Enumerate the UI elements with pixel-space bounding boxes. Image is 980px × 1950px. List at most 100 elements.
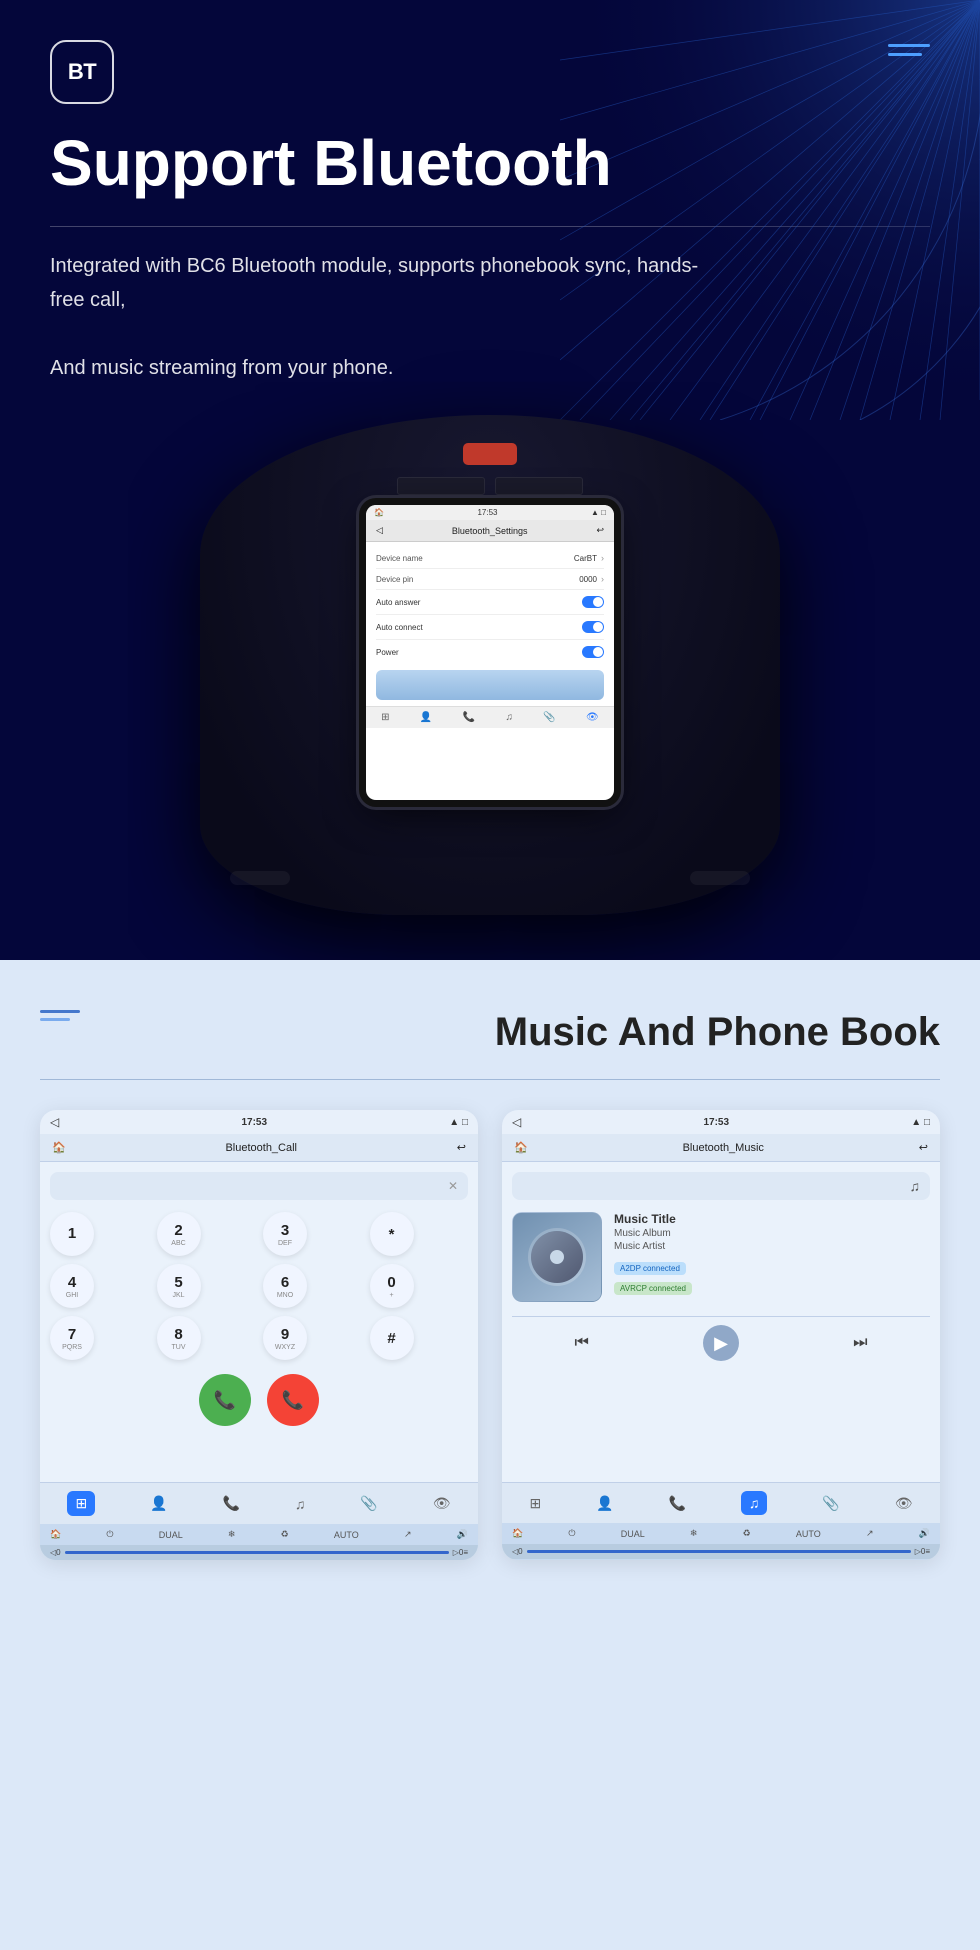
a2dp-badge: A2DP connected	[614, 1262, 686, 1275]
power-toggle[interactable]	[582, 646, 604, 658]
hamburger-menu[interactable]	[888, 44, 930, 56]
nav-eye-icon[interactable]: 👁	[586, 712, 599, 723]
call-home-icon[interactable]: 🏠	[52, 1141, 66, 1154]
music-status-icons: ▲ □	[911, 1117, 930, 1128]
music-sys-bar: 🏠 ⏻ DUAL ❄ ♻ AUTO ↗ 🔊	[502, 1523, 940, 1544]
call-decline-button[interactable]: 📞	[267, 1374, 319, 1426]
auto-connect-row[interactable]: Auto connect	[376, 615, 604, 640]
call-card: ◁ 17:53 ▲ □ 🏠 Bluetooth_Call ↩ ✕ 1	[40, 1110, 478, 1560]
hero-section: BT Support Bluetooth Integrated with BC6…	[0, 0, 980, 960]
key-6[interactable]: 6MNO	[263, 1264, 307, 1308]
call-sys-vol[interactable]: 🔊	[457, 1529, 468, 1540]
screen-back-icon[interactable]: ◁	[376, 525, 383, 536]
key-9[interactable]: 9WXYZ	[263, 1316, 307, 1360]
call-input-clear[interactable]: ✕	[448, 1179, 458, 1193]
key-star[interactable]: *	[370, 1212, 414, 1256]
music-home-icon[interactable]: 🏠	[514, 1141, 528, 1154]
call-sys-menu2[interactable]: ≡	[463, 1548, 468, 1557]
bottom-header: Music And Phone Book	[40, 1010, 940, 1055]
music-nav-grid[interactable]: ⊞	[529, 1495, 541, 1512]
hero-desc-line2: And music streaming from your phone.	[50, 357, 394, 379]
key-8[interactable]: 8TUV	[157, 1316, 201, 1360]
key-5[interactable]: 5JKL	[157, 1264, 201, 1308]
call-nav-eye[interactable]: 👁	[433, 1495, 451, 1512]
hero-description: Integrated with BC6 Bluetooth module, su…	[50, 249, 730, 385]
music-sys-auto: AUTO	[796, 1529, 821, 1539]
car-controls-bar	[200, 871, 780, 885]
two-phones-container: ◁ 17:53 ▲ □ 🏠 Bluetooth_Call ↩ ✕ 1	[40, 1110, 940, 1560]
music-nav-phone[interactable]: 📞	[669, 1495, 686, 1512]
key-2[interactable]: 2ABC	[157, 1212, 201, 1256]
call-accept-button[interactable]: 📞	[199, 1374, 251, 1426]
nav-phone-icon[interactable]: 📞	[463, 712, 475, 723]
bt-logo: BT	[50, 40, 114, 104]
music-sys-home[interactable]: 🏠	[512, 1528, 523, 1539]
music-sys-arrow[interactable]: ↗	[866, 1528, 874, 1539]
nav-person-icon[interactable]: 👤	[420, 712, 432, 723]
call-sys-snowflake[interactable]: ❄	[228, 1529, 236, 1540]
call-statusbar: ◁ 17:53 ▲ □	[40, 1110, 478, 1134]
wave-decoration	[376, 670, 604, 700]
music-nav-music[interactable]: ♫	[741, 1491, 768, 1515]
screen-body: Device name CarBT › Device pin 0000 ›	[366, 542, 614, 706]
music-sys-vol[interactable]: 🔊	[919, 1528, 930, 1539]
screen-return-icon[interactable]: ↩	[596, 525, 604, 536]
key-hash[interactable]: #	[370, 1316, 414, 1360]
call-nav-grid[interactable]: ⊞	[67, 1491, 95, 1516]
call-sys-arrow[interactable]: ↗	[404, 1529, 412, 1540]
auto-answer-toggle[interactable]	[582, 596, 604, 608]
keypad-grid: 1 2ABC 3DEF * 4GHI 5JKL 6MNO 0+ 7PQRS 8T…	[50, 1212, 468, 1360]
music-track-title: Music Title	[614, 1212, 930, 1226]
music-nav-eye[interactable]: 👁	[895, 1495, 913, 1512]
next-button[interactable]: ⏭	[842, 1325, 878, 1361]
music-sys-0: 0	[518, 1547, 522, 1556]
key-3[interactable]: 3DEF	[263, 1212, 307, 1256]
car-vents-row	[397, 477, 583, 495]
call-back-icon[interactable]: ◁	[50, 1115, 59, 1129]
music-note-icon[interactable]: ♫	[910, 1178, 921, 1194]
key-1[interactable]: 1	[50, 1212, 94, 1256]
music-back-icon[interactable]: ◁	[512, 1115, 521, 1129]
music-nav-clip[interactable]: 📎	[822, 1495, 839, 1512]
call-sys-0: 0	[56, 1548, 60, 1557]
call-sys-recycle[interactable]: ♻	[281, 1529, 289, 1540]
call-nav-music[interactable]: ♫	[295, 1496, 306, 1512]
call-nav-phone[interactable]: 📞	[223, 1495, 240, 1512]
call-sys-home[interactable]: 🏠	[50, 1529, 61, 1540]
key-0[interactable]: 0+	[370, 1264, 414, 1308]
music-controls: ⏮ ▶ ⏭	[512, 1316, 930, 1369]
play-button[interactable]: ▶	[703, 1325, 739, 1361]
nav-music-icon[interactable]: ♫	[505, 712, 513, 723]
car-container: 🏠 17:53 ▲ □ ◁ Bluetooth_Settings ↩ Devic…	[50, 415, 930, 915]
screen-status-bar: 🏠 17:53 ▲ □	[366, 505, 614, 520]
call-return-icon[interactable]: ↩	[457, 1141, 466, 1154]
call-sys-dual: DUAL	[159, 1530, 183, 1540]
device-name-row[interactable]: Device name CarBT ›	[376, 548, 604, 569]
call-input-bar: ✕	[50, 1172, 468, 1200]
nav-grid-icon[interactable]: ⊞	[381, 712, 389, 723]
call-sys-power[interactable]: ⏻	[106, 1529, 113, 1540]
auto-answer-row[interactable]: Auto answer	[376, 590, 604, 615]
power-row[interactable]: Power	[376, 640, 604, 664]
music-sys-dual: DUAL	[621, 1529, 645, 1539]
call-sys-auto: AUTO	[334, 1530, 359, 1540]
device-pin-row[interactable]: Device pin 0000 ›	[376, 569, 604, 590]
auto-connect-toggle[interactable]	[582, 621, 604, 633]
music-sys-menu2[interactable]: ≡	[925, 1547, 930, 1556]
screen-header: ◁ Bluetooth_Settings ↩	[366, 520, 614, 542]
music-sys-recycle[interactable]: ♻	[743, 1528, 751, 1539]
hero-desc-line1: Integrated with BC6 Bluetooth module, su…	[50, 255, 698, 311]
prev-button[interactable]: ⏮	[564, 1325, 600, 1361]
music-nav-person[interactable]: 👤	[596, 1495, 613, 1512]
key-4[interactable]: 4GHI	[50, 1264, 94, 1308]
call-nav-person[interactable]: 👤	[150, 1495, 167, 1512]
music-return-icon[interactable]: ↩	[919, 1141, 928, 1154]
music-sys-snowflake[interactable]: ❄	[690, 1528, 698, 1539]
bottom-hamburger[interactable]	[40, 1010, 80, 1021]
key-7[interactable]: 7PQRS	[50, 1316, 94, 1360]
call-nav-clip[interactable]: 📎	[360, 1495, 377, 1512]
music-sys-power[interactable]: ⏻	[568, 1528, 575, 1539]
screen-bottom-nav: ⊞ 👤 📞 ♫ 📎 👁	[366, 706, 614, 728]
auto-connect-label: Auto connect	[376, 623, 423, 632]
nav-clip-icon[interactable]: 📎	[543, 712, 555, 723]
